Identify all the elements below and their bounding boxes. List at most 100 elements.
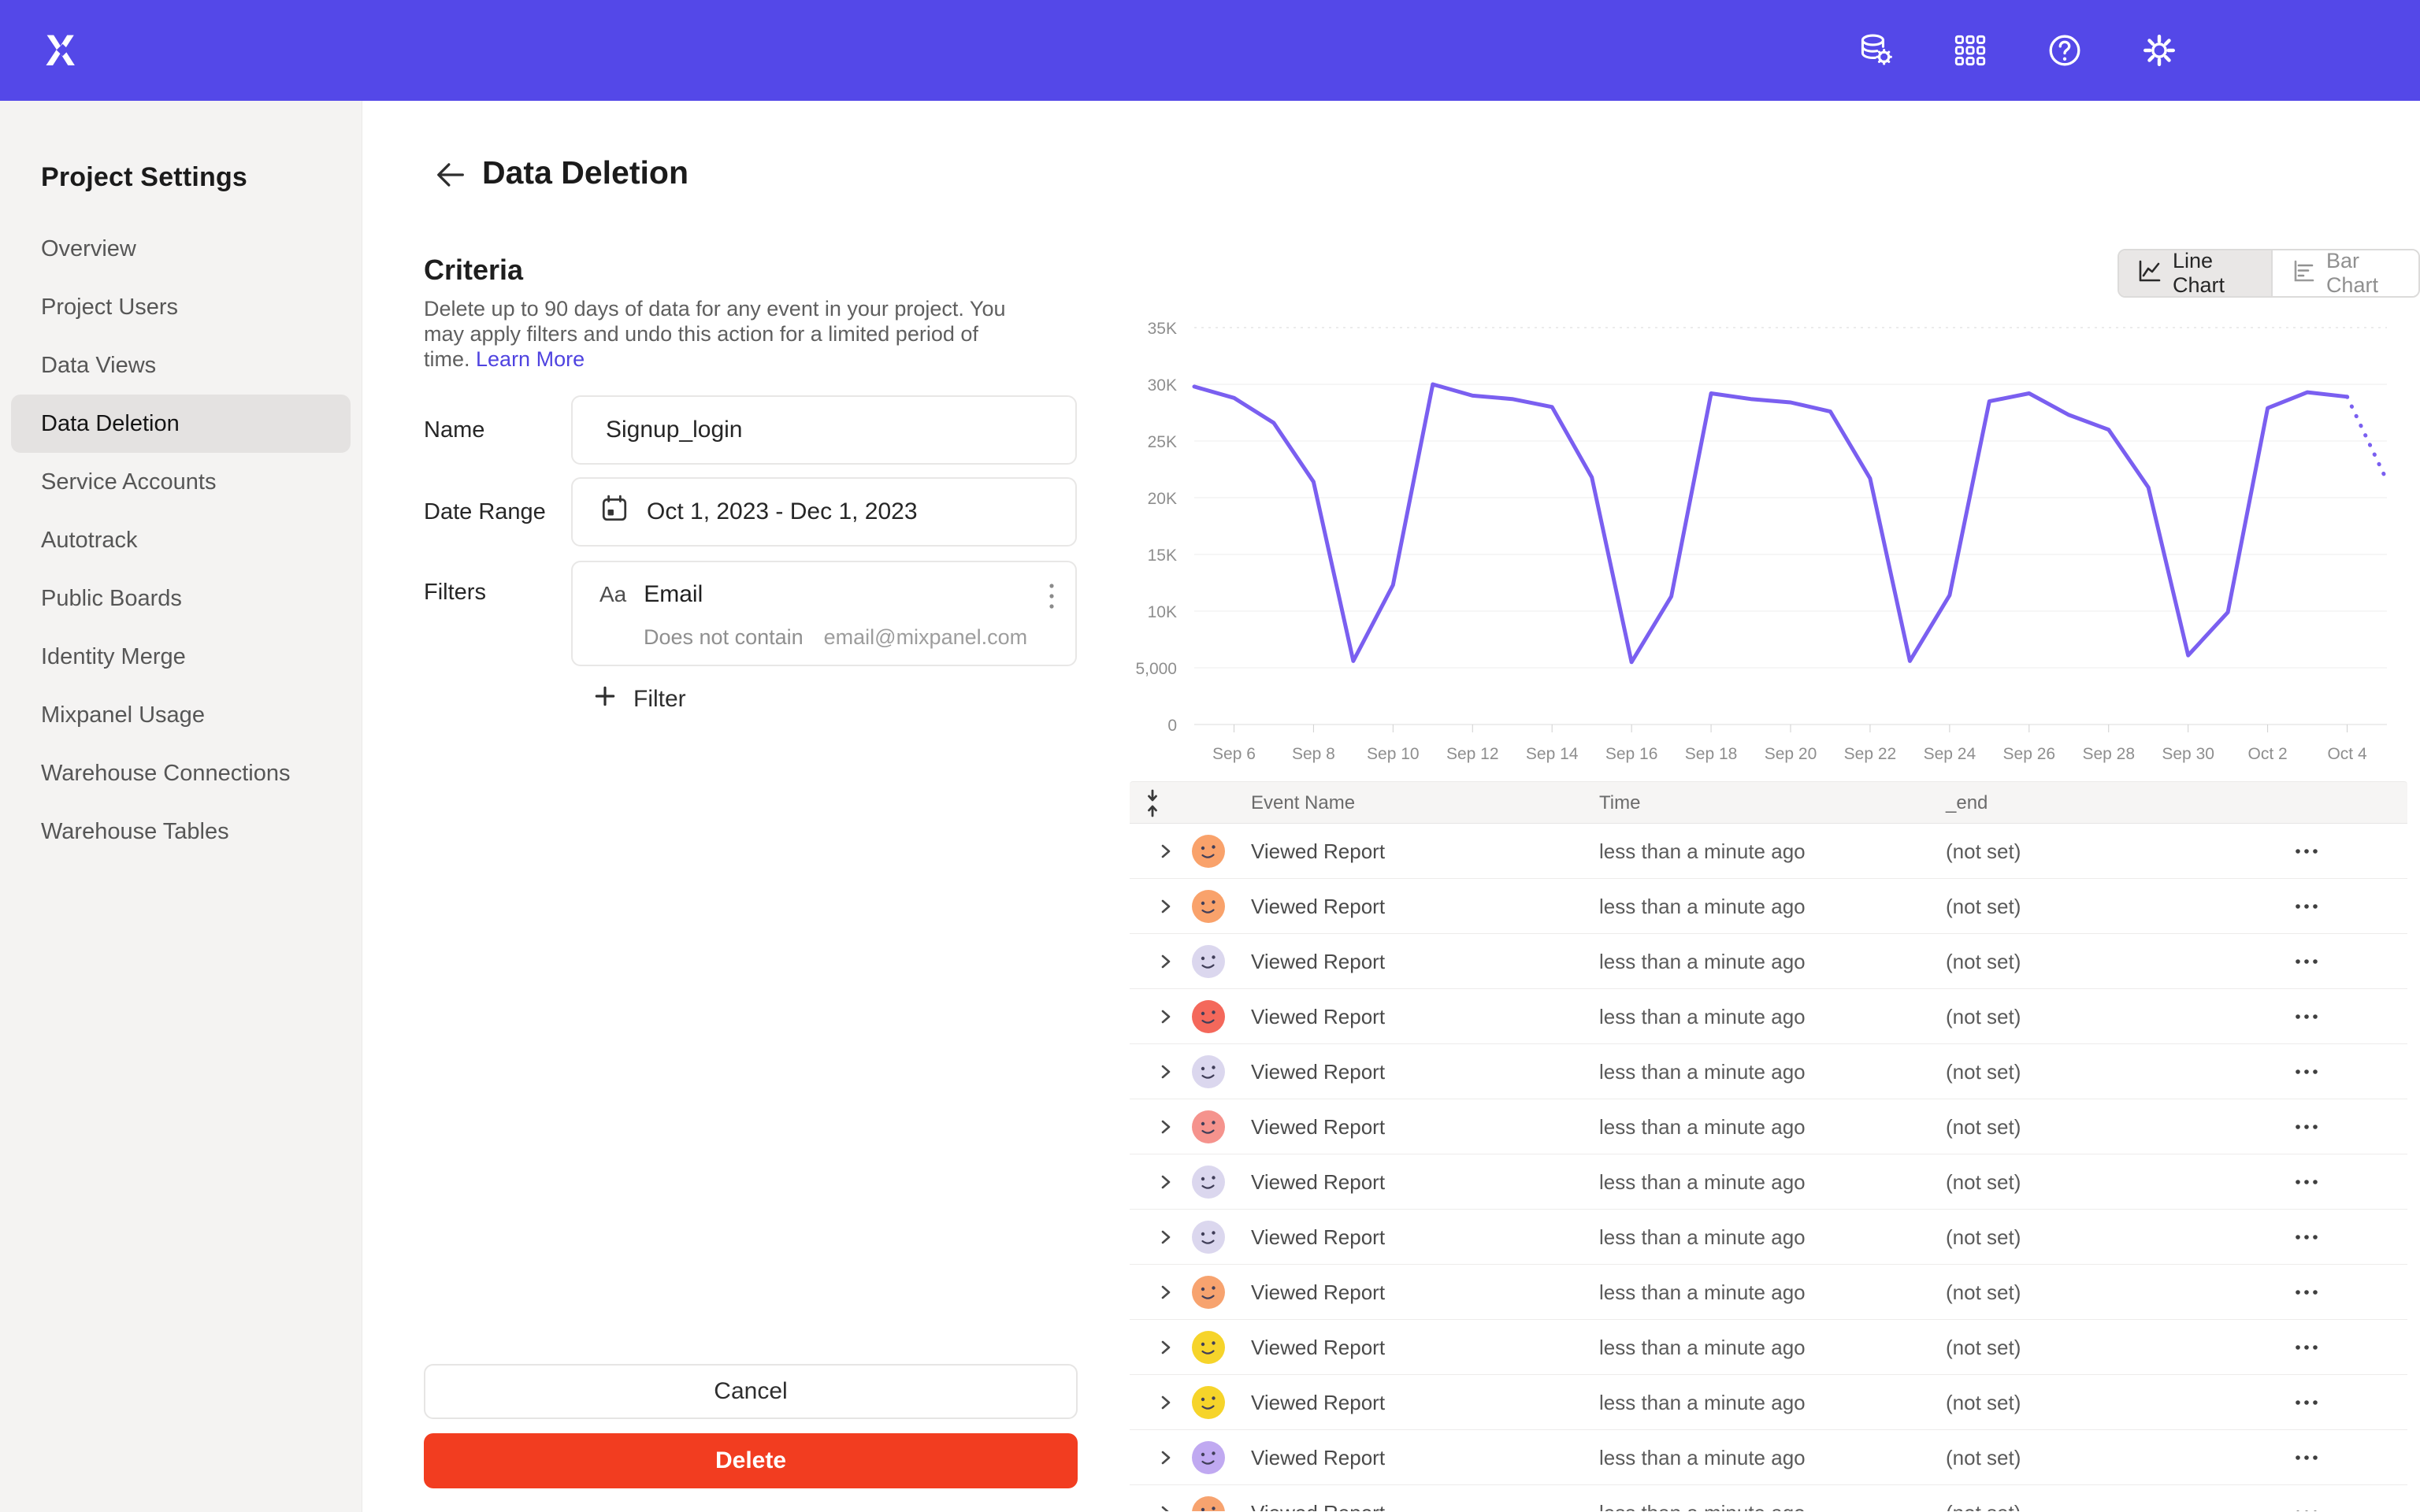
row-expand-chevron-icon[interactable] (1158, 934, 1182, 989)
table-row[interactable]: Viewed Report less than a minute ago (no… (1130, 879, 2407, 934)
sidebar-item-mixpanel-usage[interactable]: Mixpanel Usage (0, 686, 362, 744)
table-row[interactable]: Viewed Report less than a minute ago (no… (1130, 1430, 2407, 1485)
filter-menu-icon[interactable] (1045, 580, 1058, 614)
y-axis-label: 15K (1148, 547, 1177, 565)
plus-icon (592, 684, 618, 715)
sidebar-item-data-deletion[interactable]: Data Deletion (11, 395, 351, 453)
table-row[interactable]: Viewed Report less than a minute ago (no… (1130, 989, 2407, 1044)
criteria-heading: Criteria (424, 254, 523, 287)
end-cell: (not set) (1946, 879, 2021, 934)
end-cell: (not set) (1946, 989, 2021, 1044)
filter-card[interactable]: Aa Email Does not contain email@mixpanel… (571, 561, 1077, 666)
table-row[interactable]: Viewed Report less than a minute ago (no… (1130, 824, 2407, 879)
row-menu-icon[interactable] (2291, 1375, 2325, 1430)
sidebar-item-overview[interactable]: Overview (0, 220, 362, 278)
row-expand-chevron-icon[interactable] (1158, 1320, 1182, 1375)
row-expand-chevron-icon[interactable] (1158, 824, 1182, 879)
event-name-cell: Viewed Report (1251, 1375, 1385, 1430)
sidebar-item-project-users[interactable]: Project Users (0, 278, 362, 336)
x-axis-label: Sep 14 (1526, 745, 1579, 763)
time-cell: less than a minute ago (1599, 1099, 1806, 1154)
data-deletion-page: X (0, 0, 2420, 1512)
table-row[interactable]: Viewed Report less than a minute ago (no… (1130, 1485, 2407, 1511)
bar-chart-icon (2290, 258, 2317, 290)
topbar-icon-group (1853, 0, 2182, 101)
row-menu-icon[interactable] (2291, 1265, 2325, 1320)
date-range-field[interactable]: Oct 1, 2023 - Dec 1, 2023 (571, 477, 1077, 547)
table-row[interactable]: Viewed Report less than a minute ago (no… (1130, 1099, 2407, 1154)
sidebar-item-warehouse-connections[interactable]: Warehouse Connections (0, 744, 362, 802)
sort-vertical-icon[interactable] (1142, 782, 1163, 825)
line-chart-toggle[interactable]: Line Chart (2119, 250, 2273, 296)
event-name-cell: Viewed Report (1251, 1044, 1385, 1099)
row-expand-chevron-icon[interactable] (1158, 1485, 1182, 1511)
table-row[interactable]: Viewed Report less than a minute ago (no… (1130, 1265, 2407, 1320)
row-expand-chevron-icon[interactable] (1158, 1154, 1182, 1210)
end-cell: (not set) (1946, 1099, 2021, 1154)
filter-operator[interactable]: Does not contain (644, 625, 804, 650)
sidebar-item-identity-merge[interactable]: Identity Merge (0, 628, 362, 686)
row-expand-chevron-icon[interactable] (1158, 1210, 1182, 1265)
row-expand-chevron-icon[interactable] (1158, 1375, 1182, 1430)
help-icon[interactable] (2042, 28, 2088, 73)
column-header-event-name[interactable]: Event Name (1251, 782, 1355, 825)
filter-value[interactable]: email@mixpanel.com (824, 625, 1028, 650)
row-expand-chevron-icon[interactable] (1158, 1430, 1182, 1485)
name-input[interactable] (606, 417, 1047, 443)
row-menu-icon[interactable] (2291, 1044, 2325, 1099)
table-row[interactable]: Viewed Report less than a minute ago (no… (1130, 1044, 2407, 1099)
sidebar-item-public-boards[interactable]: Public Boards (0, 569, 362, 628)
table-row[interactable]: Viewed Report less than a minute ago (no… (1130, 934, 2407, 989)
table-row[interactable]: Viewed Report less than a minute ago (no… (1130, 1154, 2407, 1210)
sidebar-item-data-views[interactable]: Data Views (0, 336, 362, 395)
end-cell: (not set) (1946, 1375, 2021, 1430)
bar-chart-toggle[interactable]: Bar Chart (2273, 250, 2418, 296)
time-cell: less than a minute ago (1599, 1320, 1806, 1375)
event-name-cell: Viewed Report (1251, 1099, 1385, 1154)
row-menu-icon[interactable] (2291, 1320, 2325, 1375)
event-name-cell: Viewed Report (1251, 1154, 1385, 1210)
row-expand-chevron-icon[interactable] (1158, 1265, 1182, 1320)
row-menu-icon[interactable] (2291, 1210, 2325, 1265)
user-avatar (1192, 835, 1225, 868)
column-header-end[interactable]: _end (1946, 782, 1988, 825)
learn-more-link[interactable]: Learn More (476, 347, 585, 371)
y-axis-label: 0 (1167, 717, 1177, 735)
apps-grid-icon[interactable] (1947, 28, 1993, 73)
x-axis-label: Sep 20 (1765, 745, 1817, 763)
row-menu-icon[interactable] (2291, 1154, 2325, 1210)
row-menu-icon[interactable] (2291, 989, 2325, 1044)
cancel-button[interactable]: Cancel (424, 1364, 1078, 1419)
row-expand-chevron-icon[interactable] (1158, 879, 1182, 934)
row-menu-icon[interactable] (2291, 934, 2325, 989)
mixpanel-logo-icon[interactable]: X (46, 27, 90, 74)
name-field[interactable] (571, 395, 1077, 465)
row-menu-icon[interactable] (2291, 824, 2325, 879)
row-menu-icon[interactable] (2291, 879, 2325, 934)
row-menu-icon[interactable] (2291, 1485, 2325, 1511)
table-row[interactable]: Viewed Report less than a minute ago (no… (1130, 1375, 2407, 1430)
data-management-icon[interactable] (1853, 28, 1899, 73)
back-arrow-icon[interactable] (432, 156, 470, 194)
row-menu-icon[interactable] (2291, 1430, 2325, 1485)
table-row[interactable]: Viewed Report less than a minute ago (no… (1130, 1320, 2407, 1375)
calendar-icon (599, 494, 629, 530)
sidebar-item-autotrack[interactable]: Autotrack (0, 511, 362, 569)
delete-button[interactable]: Delete (424, 1433, 1078, 1488)
column-header-time[interactable]: Time (1599, 782, 1640, 825)
row-menu-icon[interactable] (2291, 1099, 2325, 1154)
settings-gear-icon[interactable] (2136, 28, 2182, 73)
add-filter-button[interactable]: Filter (592, 684, 686, 715)
row-expand-chevron-icon[interactable] (1158, 989, 1182, 1044)
time-cell: less than a minute ago (1599, 934, 1806, 989)
filter-property: Email (644, 581, 703, 608)
y-axis-label: 30K (1148, 376, 1177, 395)
row-expand-chevron-icon[interactable] (1158, 1099, 1182, 1154)
table-row[interactable]: Viewed Report less than a minute ago (no… (1130, 1210, 2407, 1265)
table-body: Viewed Report less than a minute ago (no… (1130, 824, 2407, 1485)
row-expand-chevron-icon[interactable] (1158, 1044, 1182, 1099)
sidebar-item-service-accounts[interactable]: Service Accounts (0, 453, 362, 511)
page-title: Data Deletion (482, 154, 689, 191)
sidebar-item-warehouse-tables[interactable]: Warehouse Tables (0, 802, 362, 861)
end-cell: (not set) (1946, 1210, 2021, 1265)
